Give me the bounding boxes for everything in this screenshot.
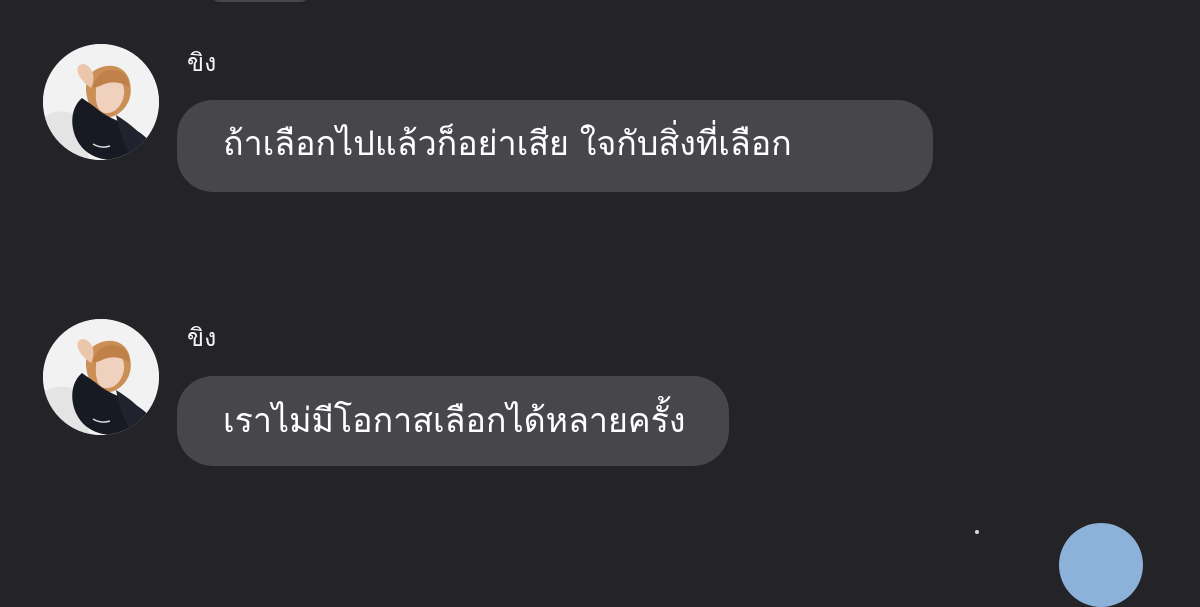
message-text: ถ้าเลือกไปแล้วก็อย่าเสีย ใจกับสิ่งที่เลื… xyxy=(223,124,792,164)
avatar-photo-icon xyxy=(43,319,159,435)
sender-name: ขิง xyxy=(187,48,217,77)
status-dot xyxy=(975,530,979,534)
sender-name: ขิง xyxy=(187,323,217,352)
sender-avatar[interactable] xyxy=(43,319,159,435)
avatar-photo-icon xyxy=(43,44,159,160)
message-bubble[interactable]: เราไม่มีโอกาสเลือกได้หลายครั้ง xyxy=(177,376,729,466)
previous-message-bubble-fragment xyxy=(210,0,310,2)
message-bubble[interactable]: ถ้าเลือกไปแล้วก็อย่าเสีย ใจกับสิ่งที่เลื… xyxy=(177,100,933,192)
message-text: เราไม่มีโอกาสเลือกได้หลายครั้ง xyxy=(223,401,686,441)
sender-avatar[interactable] xyxy=(43,44,159,160)
